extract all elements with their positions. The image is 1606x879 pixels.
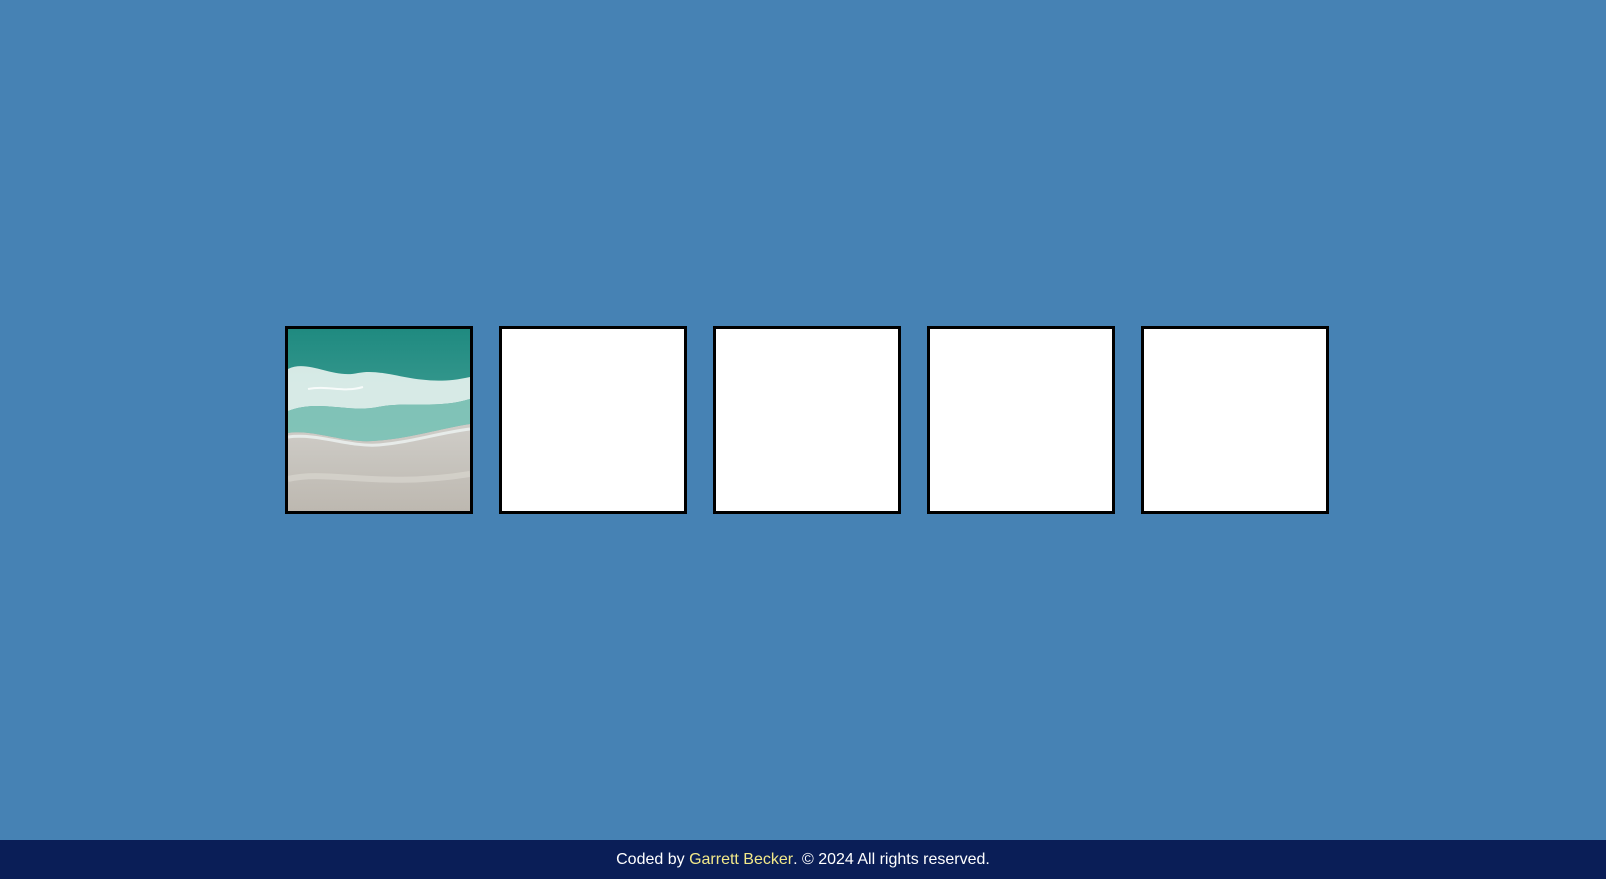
image-box-2[interactable] [499, 326, 687, 514]
footer: Coded by Garrett Becker. © 2024 All righ… [0, 840, 1606, 879]
image-box-row [285, 326, 1329, 514]
image-box-3[interactable] [713, 326, 901, 514]
beach-image [288, 329, 470, 511]
image-box-1[interactable] [285, 326, 473, 514]
footer-suffix: . © 2024 All rights reserved. [793, 850, 990, 868]
footer-prefix: Coded by [616, 850, 690, 868]
image-box-4[interactable] [927, 326, 1115, 514]
image-box-5[interactable] [1141, 326, 1329, 514]
author-link[interactable]: Garrett Becker [689, 851, 793, 869]
